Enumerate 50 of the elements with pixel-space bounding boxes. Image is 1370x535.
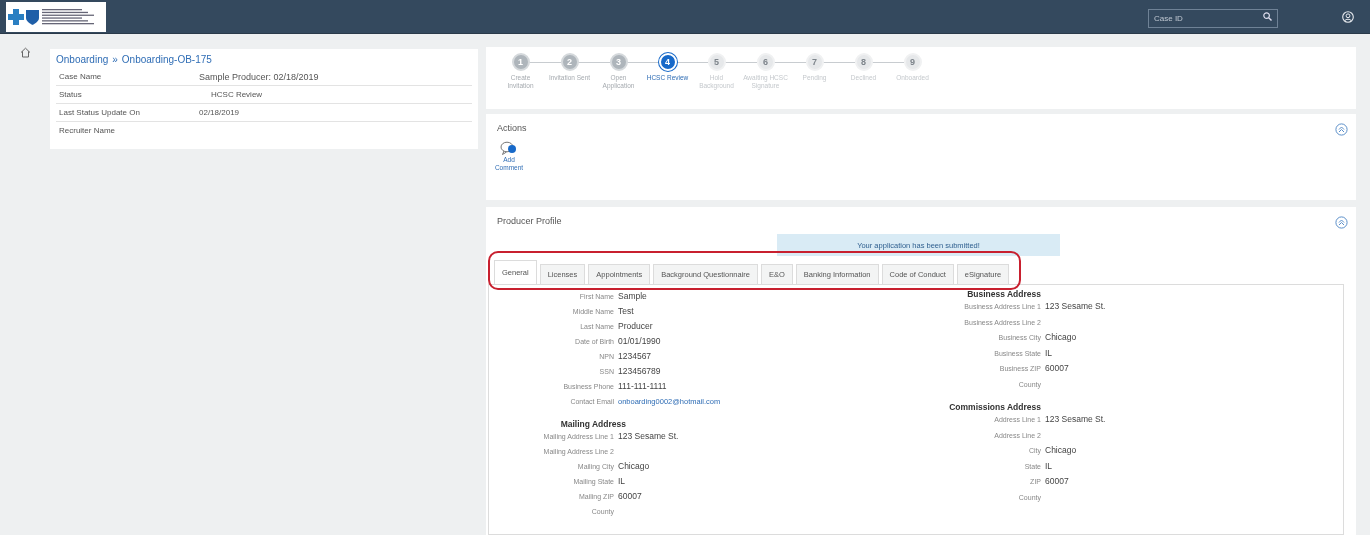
field-value: 60007: [1045, 362, 1069, 375]
step-circle: 1: [511, 53, 530, 71]
step-circle: 5: [707, 53, 726, 71]
field-value: Test: [618, 305, 634, 318]
field-value: Sample: [618, 290, 647, 303]
step-circle: 6: [756, 53, 775, 71]
section-heading: Commissions Address: [949, 402, 1041, 412]
collapse-icon[interactable]: [1335, 123, 1348, 136]
breadcrumb-separator: »: [112, 54, 118, 65]
field-value: 60007: [618, 490, 642, 503]
field-value: Chicago: [1045, 444, 1077, 457]
step-circle: 7: [805, 53, 824, 71]
search-icon[interactable]: [1263, 12, 1272, 21]
field-value: 123 Sesame St.: [618, 430, 679, 443]
field-value: 01/01/1990: [618, 335, 661, 348]
field-value: 60007: [1045, 475, 1069, 488]
field-label: Case Name: [59, 72, 103, 81]
field-value: 123 Sesame St.: [1045, 300, 1106, 313]
field-value: Sample Producer: 02/18/2019: [199, 71, 319, 82]
breadcrumb-link[interactable]: Onboarding: [56, 54, 109, 65]
field-value: 111-111-1111: [618, 380, 667, 393]
section-heading: Mailing Address: [560, 419, 626, 429]
step-circle: 8: [854, 53, 873, 71]
field-value: IL: [1045, 346, 1053, 360]
section-heading: Business Address: [967, 289, 1041, 299]
home-icon[interactable]: [19, 47, 31, 58]
field-value: IL: [1045, 459, 1053, 473]
field-label: Recruiter Name: [59, 126, 116, 135]
step-circle: 2: [560, 53, 579, 71]
field-label: Status: [59, 90, 83, 99]
collapse-icon[interactable]: [1335, 216, 1348, 229]
field-value: Producer: [618, 320, 653, 333]
comment-icon: [500, 141, 518, 156]
field-label: Last Status Update On: [59, 108, 141, 117]
field-value: 123 Sesame St.: [1045, 413, 1106, 426]
field-value: 123456789: [618, 365, 661, 378]
field-value: 02/18/2019: [199, 108, 240, 117]
breadcrumb-link[interactable]: Onboarding-OB-175: [121, 54, 212, 65]
field-value: IL: [618, 475, 626, 488]
card-title: Actions: [497, 123, 527, 133]
field-value: 1234567: [618, 350, 652, 363]
user-icon[interactable]: [1342, 10, 1354, 23]
search-field[interactable]: Case ID: [1148, 9, 1278, 28]
step-circle: 3: [609, 53, 628, 71]
field-value: Chicago: [618, 460, 650, 473]
step-circle: 4: [658, 53, 677, 71]
step-circle: 9: [903, 53, 922, 71]
field-value: Chicago: [1045, 331, 1077, 344]
field-value: HCSC Review: [210, 90, 263, 99]
card-title: Producer Profile: [497, 216, 562, 226]
